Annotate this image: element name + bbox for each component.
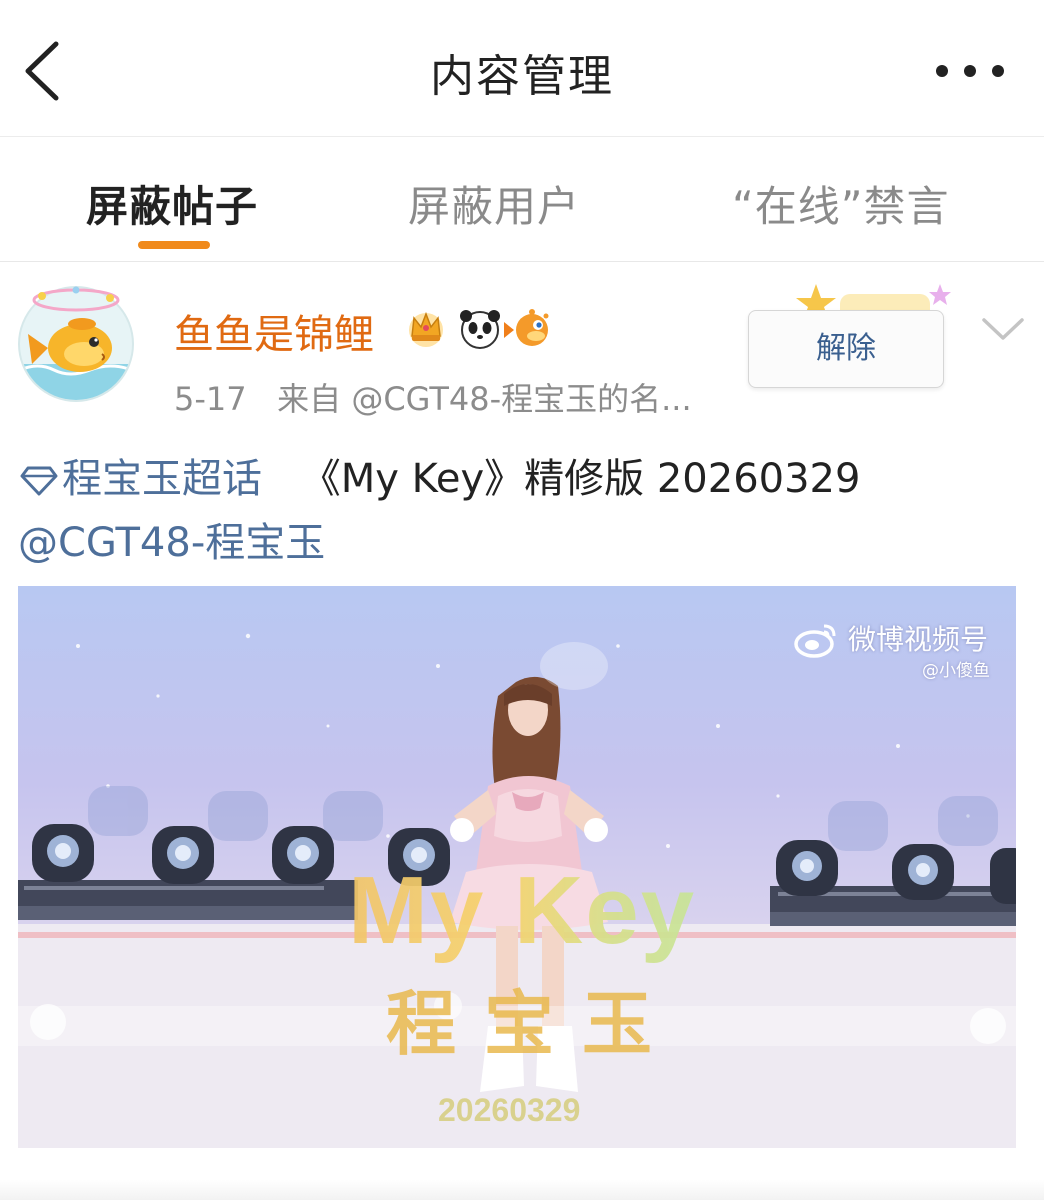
tab-blocked-posts[interactable]: 屏蔽帖子 — [86, 173, 258, 234]
video-overlay-name: 程宝玉 — [386, 982, 680, 1065]
video-watermark-handle: @小傻鱼 — [922, 661, 990, 681]
post-meta: 5-17 来自 @CGT48-程宝玉的名... — [174, 374, 692, 420]
mention-link[interactable]: @CGT48-程宝玉 — [18, 520, 325, 566]
tab-blocked-users[interactable]: 屏蔽用户 — [408, 173, 580, 234]
chevron-down-icon — [982, 318, 1024, 340]
more-horizontal-icon — [936, 65, 1004, 77]
unblock-button[interactable]: 解除 — [748, 310, 944, 388]
avatar[interactable] — [14, 278, 138, 402]
tab-online-mute[interactable]: “在线”禁言 — [732, 173, 950, 234]
video-thumbnail[interactable]: 微博视频号 @小傻鱼 My Key 程宝玉 20260329 — [18, 586, 1016, 1148]
active-tab-indicator — [138, 241, 210, 249]
post-menu-button[interactable] — [978, 312, 1028, 346]
username[interactable]: 鱼鱼是锦鲤 — [174, 302, 374, 360]
tab-bar: 屏蔽帖子 屏蔽用户 “在线”禁言 — [0, 137, 1044, 262]
bottom-divider — [0, 1180, 1044, 1200]
topic-label: 程宝玉超话 — [62, 456, 262, 502]
video-overlay-date: 20260329 — [438, 1092, 581, 1128]
post-text-line: 程宝玉超话 《My Key》精修版 20260329 — [20, 446, 860, 504]
post-card: 鱼鱼是锦鲤 5-17 来自 @CGT48-程宝玉的名... 解除 程宝玉超话 《… — [0, 262, 1044, 1200]
video-overlay-title: My Key — [348, 857, 697, 964]
video-watermark: 微博视频号 — [848, 623, 989, 656]
panda-badge-icon — [460, 310, 500, 349]
post-text: 《My Key》精修版 20260329 — [300, 456, 861, 502]
diamond-topic-icon — [20, 466, 58, 496]
page-title: 内容管理 — [430, 51, 614, 102]
post-date: 5-17 — [174, 380, 247, 418]
post-source[interactable]: 来自 @CGT48-程宝玉的名... — [277, 380, 692, 418]
goldfish-avatar-icon — [18, 286, 134, 402]
topic-link[interactable]: 程宝玉超话 — [20, 456, 262, 502]
post-mention-line: @CGT48-程宝玉 — [18, 510, 325, 568]
pufferfish-badge-icon — [504, 309, 549, 346]
top-nav-bar: 内容管理 — [0, 0, 1044, 137]
user-badges — [406, 306, 566, 350]
more-options-button[interactable] — [930, 54, 1010, 88]
weibo-logo-icon — [794, 624, 836, 658]
crown-badge-icon — [409, 311, 443, 347]
